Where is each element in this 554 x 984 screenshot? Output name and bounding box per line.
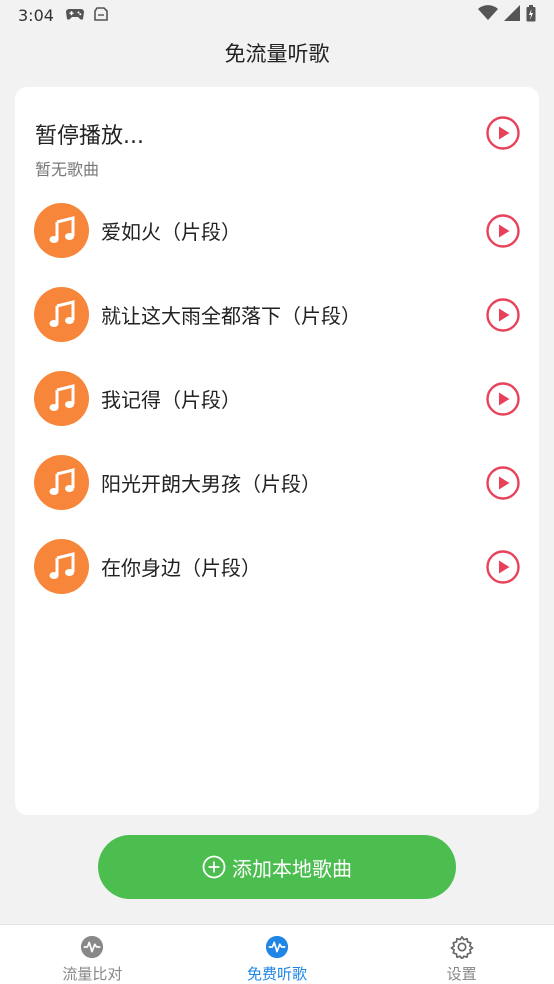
now-playing-title: 暂停播放... (35, 124, 144, 149)
song-title: 阳光开朗大男孩（片段） (101, 472, 321, 496)
nav-label: 设置 (446, 965, 477, 983)
nav-label: 流量比对 (62, 965, 123, 983)
song-play-button[interactable] (486, 550, 520, 584)
song-row[interactable]: 爱如火（片段） (15, 188, 539, 272)
song-row[interactable]: 就让这大雨全都落下（片段） (15, 272, 539, 356)
play-icon (486, 298, 520, 332)
now-playing-subtitle: 暂无歌曲 (35, 160, 100, 179)
music-note-icon (34, 371, 89, 426)
wifi-icon (478, 5, 498, 25)
gamepad-icon (65, 6, 84, 25)
song-row[interactable]: 阳光开朗大男孩（片段） (15, 440, 539, 524)
status-bar: 3:04 (0, 0, 554, 30)
play-icon (486, 550, 520, 584)
now-playing: 暂停播放... 暂无歌曲 (15, 87, 539, 187)
song-title: 在你身边（片段） (101, 556, 261, 580)
music-note-icon (34, 287, 89, 342)
music-note-icon (34, 539, 89, 594)
play-icon (486, 116, 520, 150)
song-play-button[interactable] (486, 298, 520, 332)
bottom-nav: 流量比对 免费听歌 设置 (0, 924, 554, 984)
song-play-button[interactable] (486, 382, 520, 416)
song-play-button[interactable] (486, 214, 520, 248)
song-play-button[interactable] (486, 466, 520, 500)
clipboard-icon (94, 6, 108, 25)
waveform-icon (81, 935, 104, 959)
song-title: 爱如火（片段） (101, 220, 241, 244)
status-time: 3:04 (18, 5, 54, 25)
music-note-icon (34, 455, 89, 510)
song-title: 我记得（片段） (101, 388, 241, 412)
now-playing-play-button[interactable] (486, 116, 520, 150)
waveform-icon (265, 935, 289, 959)
nav-settings[interactable]: 设置 (369, 925, 554, 984)
signal-icon (504, 5, 520, 25)
nav-label: 免费听歌 (247, 965, 308, 983)
add-local-song-label: 添加本地歌曲 (232, 856, 352, 881)
song-title: 就让这大雨全都落下（片段） (101, 304, 361, 328)
song-list-card: 暂停播放... 暂无歌曲 爱如火（片段） 就让这大雨全都落下（片段） 我记得（片… (15, 87, 539, 815)
play-icon (486, 382, 520, 416)
battery-icon (526, 4, 536, 26)
add-circle-icon (202, 855, 226, 879)
play-icon (486, 466, 520, 500)
music-note-icon (34, 203, 89, 258)
song-row[interactable]: 在你身边（片段） (15, 524, 539, 608)
page-title: 免流量听歌 (224, 42, 330, 66)
nav-free-music[interactable]: 免费听歌 (185, 925, 370, 984)
song-row[interactable]: 我记得（片段） (15, 356, 539, 440)
play-icon (486, 214, 520, 248)
nav-traffic-compare[interactable]: 流量比对 (0, 925, 185, 984)
add-local-song-button[interactable]: 添加本地歌曲 (98, 835, 456, 899)
gear-icon (450, 936, 474, 959)
